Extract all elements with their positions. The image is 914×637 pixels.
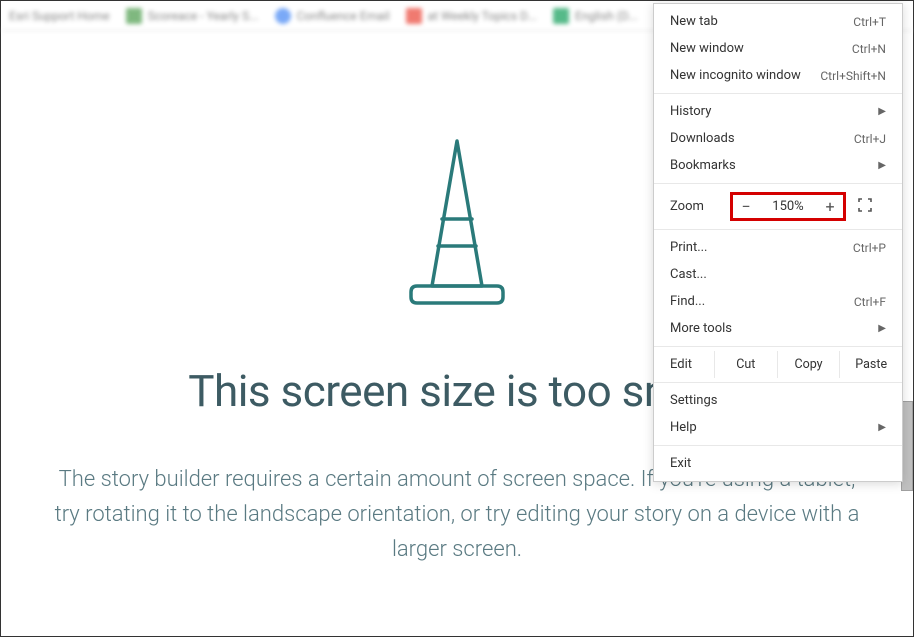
zoom-controls-highlighted: − 150% + [730, 192, 846, 221]
edit-label: Edit [654, 351, 714, 378]
zoom-value: 150% [767, 199, 809, 214]
cut-button[interactable]: Cut [714, 351, 777, 378]
chevron-right-icon: ▶ [878, 160, 886, 171]
menu-settings[interactable]: Settings [654, 387, 902, 414]
menu-cast[interactable]: Cast... [654, 261, 902, 288]
menu-new-window[interactable]: New window Ctrl+N [654, 35, 902, 62]
chevron-right-icon: ▶ [878, 106, 886, 117]
zoom-label: Zoom [670, 199, 730, 214]
bookmark-item[interactable]: English (D... [553, 8, 638, 24]
shortcut-label: Ctrl+Shift+N [820, 69, 886, 83]
browser-menu: New tab Ctrl+T New window Ctrl+N New inc… [653, 3, 903, 482]
bookmark-favicon [406, 8, 422, 24]
shortcut-label: Ctrl+F [854, 295, 886, 309]
shortcut-label: Ctrl+T [853, 15, 886, 29]
menu-edit-row: Edit Cut Copy Paste [654, 351, 902, 378]
menu-help[interactable]: Help ▶ [654, 414, 902, 441]
bookmark-item[interactable]: Esri Support Home [9, 9, 110, 23]
bookmark-item[interactable]: Confluence Email [275, 8, 390, 24]
zoom-in-button[interactable]: + [821, 197, 839, 216]
chevron-right-icon: ▶ [878, 422, 886, 433]
bookmark-favicon [126, 8, 142, 24]
menu-new-incognito[interactable]: New incognito window Ctrl+Shift+N [654, 62, 902, 89]
shortcut-label: Ctrl+J [854, 132, 886, 146]
chevron-right-icon: ▶ [878, 323, 886, 334]
bookmark-item[interactable]: at Weekly Topics D... [406, 8, 537, 24]
menu-bookmarks[interactable]: Bookmarks ▶ [654, 152, 902, 179]
menu-exit[interactable]: Exit [654, 450, 902, 477]
paste-button[interactable]: Paste [839, 351, 902, 378]
fullscreen-icon[interactable] [858, 198, 872, 216]
shortcut-label: Ctrl+P [853, 241, 886, 255]
menu-zoom-row: Zoom − 150% + [654, 188, 902, 225]
traffic-cone-icon [397, 131, 517, 315]
bookmark-favicon [553, 8, 569, 24]
menu-more-tools[interactable]: More tools ▶ [654, 315, 902, 342]
copy-button[interactable]: Copy [777, 351, 840, 378]
menu-new-tab[interactable]: New tab Ctrl+T [654, 8, 902, 35]
menu-history[interactable]: History ▶ [654, 98, 902, 125]
menu-downloads[interactable]: Downloads Ctrl+J [654, 125, 902, 152]
menu-find[interactable]: Find... Ctrl+F [654, 288, 902, 315]
menu-print[interactable]: Print... Ctrl+P [654, 234, 902, 261]
bookmark-item[interactable]: Scoreace - Yearly S... [126, 8, 259, 24]
zoom-out-button[interactable]: − [737, 197, 755, 216]
bookmark-favicon [275, 8, 291, 24]
page-title: This screen size is too small [188, 365, 726, 417]
shortcut-label: Ctrl+N [852, 42, 886, 56]
